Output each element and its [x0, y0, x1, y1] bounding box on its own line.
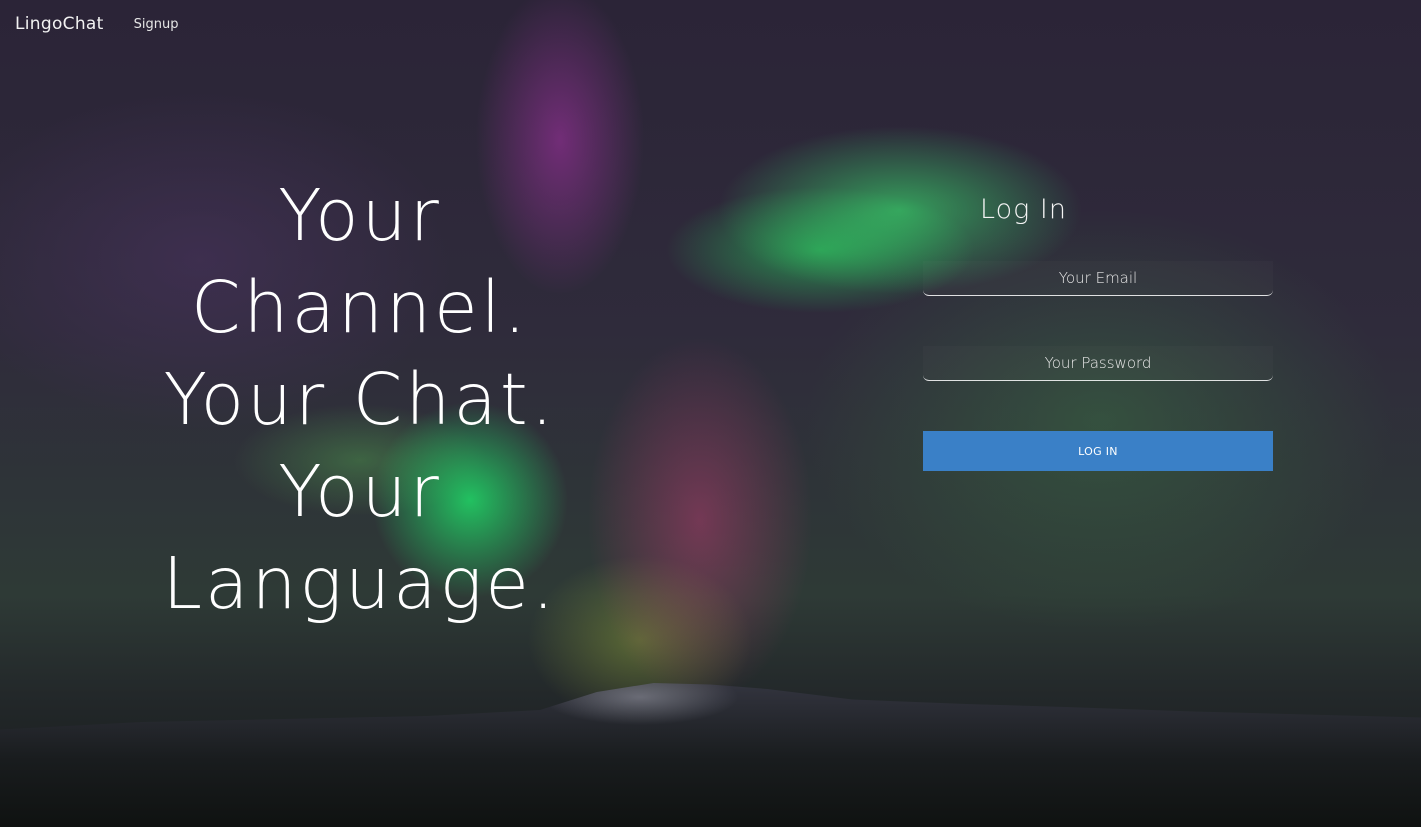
login-form: Log In LOG IN	[923, 190, 1273, 471]
brand-logo[interactable]: LingoChat	[15, 14, 104, 34]
login-button[interactable]: LOG IN	[923, 431, 1273, 471]
background-landscape	[0, 683, 1421, 827]
hero-line: Your	[278, 450, 442, 533]
email-field-wrapper	[923, 261, 1273, 296]
hero-line: Your	[278, 174, 442, 257]
password-input[interactable]	[923, 346, 1273, 380]
password-field-wrapper	[923, 346, 1273, 381]
hero-line: Channel.	[190, 266, 530, 349]
hero-line: Your Chat.	[163, 358, 557, 441]
top-navbar: LingoChat Signup	[0, 0, 178, 48]
login-title: Log In	[980, 194, 1067, 225]
hero-line: Language.	[162, 542, 558, 625]
signup-link[interactable]: Signup	[134, 17, 179, 32]
hero-tagline: Your Channel. Your Chat. Your Language.	[160, 170, 560, 630]
email-input[interactable]	[923, 261, 1273, 295]
